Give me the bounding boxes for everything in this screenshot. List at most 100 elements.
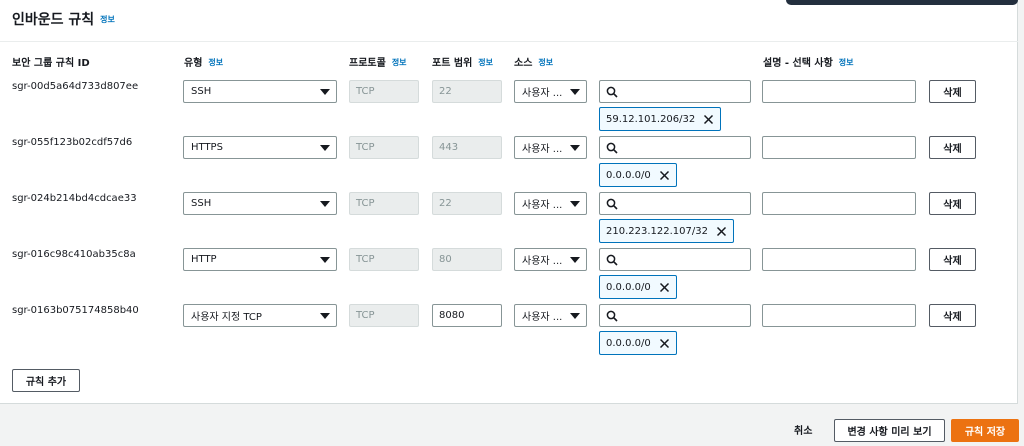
delete-button[interactable]: 삭제 [929,136,976,159]
source-select[interactable]: 사용자 ... [514,248,587,271]
protocol-field: TCP [349,248,419,271]
type-select[interactable]: SSH [183,192,337,215]
delete-button[interactable]: 삭제 [929,304,976,327]
close-icon[interactable] [716,226,727,237]
rule-id: sgr-055f123b02cdf57d6 [12,137,133,148]
delete-button[interactable]: 삭제 [929,248,976,271]
rule-id: sgr-00d5a64d733d807ee [12,81,139,92]
cidr-token-text: 59.12.101.206/32 [606,113,696,125]
protocol-field: TCP [349,136,419,159]
cidr-token-text: 0.0.0.0/0 [606,169,651,181]
rule-id: sgr-016c98c410ab35c8a [12,249,136,260]
type-select[interactable]: SSH [183,80,337,103]
port-info-link[interactable]: 정보 [478,58,493,67]
protocol-info-link[interactable]: 정보 [392,58,407,67]
close-icon[interactable] [659,170,670,181]
search-icon [606,142,618,154]
rule-id: sgr-024b214bd4cdcae33 [12,193,137,204]
cidr-token: 0.0.0.0/0 [599,331,677,355]
column-header-type: 유형 정보 [184,54,223,69]
type-select[interactable]: HTTPS [183,136,337,159]
column-header-source-label: 소스 [514,58,533,69]
description-input[interactable] [762,192,916,215]
save-rules-button[interactable]: 규칙 저장 [951,419,1019,442]
cidr-search-input[interactable] [599,80,751,103]
caret-down-icon [320,145,330,151]
source-select[interactable]: 사용자 ... [514,80,587,103]
caret-down-icon [570,313,580,319]
caret-down-icon [320,89,330,95]
port-range-field: 22 [432,80,502,103]
panel-header: 인바운드 규칙 정보 [0,0,1018,42]
column-header-protocol-label: 프로토콜 [349,58,386,69]
description-info-link[interactable]: 정보 [839,58,854,67]
source-select-value: 사용자 ... [522,88,563,99]
column-header-protocol: 프로토콜 정보 [349,54,407,69]
column-header-port: 포트 범위 정보 [432,54,493,69]
source-select-value: 사용자 ... [522,200,563,211]
description-input[interactable] [762,248,916,271]
column-header-source: 소스 정보 [514,54,553,69]
protocol-field: TCP [349,80,419,103]
cancel-link[interactable]: 취소 [794,422,812,437]
type-select-value: SSH [191,198,212,209]
column-header-description: 설명 - 선택 사항 정보 [763,54,854,69]
cidr-token-text: 0.0.0.0/0 [606,281,651,293]
type-select-value: SSH [191,86,212,97]
page-title: 인바운드 규칙 정보 [12,9,115,29]
type-select[interactable]: HTTP [183,248,337,271]
caret-down-icon [320,201,330,207]
source-select[interactable]: 사용자 ... [514,304,587,327]
cidr-search-input[interactable] [599,304,751,327]
type-info-link[interactable]: 정보 [208,58,223,67]
cidr-token-text: 0.0.0.0/0 [606,337,651,349]
protocol-field: TCP [349,192,419,215]
source-info-link[interactable]: 정보 [538,58,553,67]
column-header-port-label: 포트 범위 [432,58,473,69]
search-icon [606,310,618,322]
close-icon[interactable] [703,114,714,125]
title-info-link[interactable]: 정보 [100,15,115,24]
cidr-token: 0.0.0.0/0 [599,163,677,187]
cidr-search-input[interactable] [599,192,751,215]
description-input[interactable] [762,304,916,327]
cidr-search-input[interactable] [599,248,751,271]
cidr-token: 0.0.0.0/0 [599,275,677,299]
source-select-value: 사용자 ... [522,256,563,267]
cidr-token-text: 210.223.122.107/32 [606,225,708,237]
preview-changes-button[interactable]: 변경 사항 미리 보기 [834,419,945,442]
search-icon [606,198,618,210]
caret-down-icon [320,257,330,263]
type-select-value: 사용자 지정 TCP [191,312,262,323]
port-range-field: 80 [432,248,502,271]
caret-down-icon [570,89,580,95]
description-input[interactable] [762,80,916,103]
cidr-search-input[interactable] [599,136,751,159]
delete-button[interactable]: 삭제 [929,80,976,103]
source-select[interactable]: 사용자 ... [514,192,587,215]
caret-down-icon [570,201,580,207]
type-select-value: HTTPS [191,142,223,153]
column-header-description-label: 설명 - 선택 사항 [763,58,833,69]
port-range-input[interactable]: 8080 [432,304,502,327]
description-input[interactable] [762,136,916,159]
rule-id: sgr-0163b075174858b40 [12,305,139,316]
close-icon[interactable] [659,282,670,293]
source-select-value: 사용자 ... [522,144,563,155]
cidr-token: 210.223.122.107/32 [599,219,734,243]
source-select-value: 사용자 ... [522,312,563,323]
port-range-field: 443 [432,136,502,159]
type-select[interactable]: 사용자 지정 TCP [183,304,337,327]
search-icon [606,86,618,98]
caret-down-icon [570,145,580,151]
protocol-field: TCP [349,304,419,327]
close-icon[interactable] [659,338,670,349]
delete-button[interactable]: 삭제 [929,192,976,215]
column-header-type-label: 유형 [184,58,203,69]
type-select-value: HTTP [191,254,217,265]
search-icon [606,254,618,266]
source-select[interactable]: 사용자 ... [514,136,587,159]
caret-down-icon [570,257,580,263]
add-rule-button[interactable]: 규칙 추가 [12,369,80,392]
cidr-token: 59.12.101.206/32 [599,107,722,131]
